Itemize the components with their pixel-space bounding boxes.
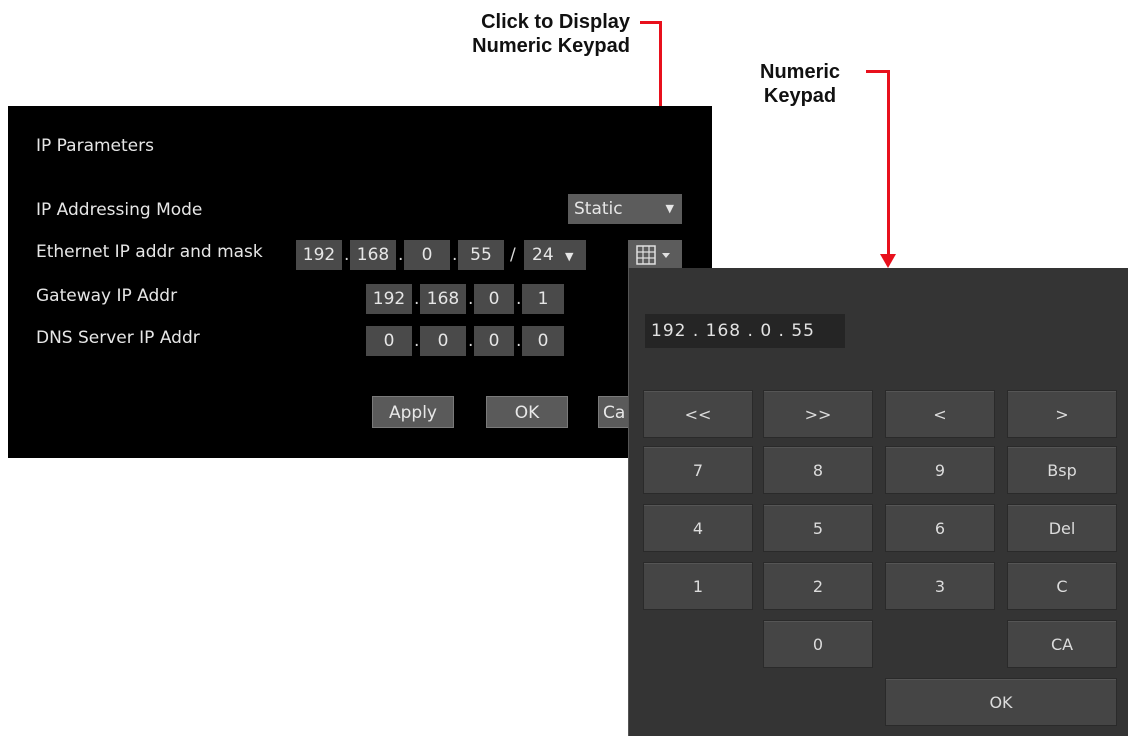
gateway-label: Gateway IP Addr bbox=[36, 286, 178, 306]
ok-button[interactable]: OK bbox=[486, 396, 568, 428]
octet-separator: . bbox=[452, 245, 458, 265]
octet-separator: . bbox=[414, 331, 420, 351]
dns-octet-4[interactable]: 0 bbox=[522, 326, 564, 356]
keypad-display[interactable]: 192 . 168 . 0 . 55 bbox=[645, 314, 845, 348]
chevron-down-icon: ▼ bbox=[565, 250, 574, 263]
gateway-octet-1[interactable]: 192 bbox=[366, 284, 412, 314]
key-clear-all[interactable]: CA bbox=[1007, 620, 1117, 668]
keypad-button[interactable] bbox=[628, 240, 682, 270]
octet-separator: . bbox=[344, 245, 350, 265]
mask-separator: / bbox=[510, 245, 516, 265]
numeric-keypad-panel: 192 . 168 . 0 . 55 << >> < > 7 8 9 Bsp 4… bbox=[628, 268, 1128, 736]
mask-value: 24 bbox=[532, 245, 554, 265]
callout-arrow-line bbox=[887, 70, 890, 256]
key-2[interactable]: 2 bbox=[763, 562, 873, 610]
keypad-ok-button[interactable]: OK bbox=[885, 678, 1117, 726]
gateway-octet-4[interactable]: 1 bbox=[522, 284, 564, 314]
callout-arrow-head bbox=[880, 254, 896, 268]
ethernet-octet-3[interactable]: 0 bbox=[404, 240, 450, 270]
ethernet-label: Ethernet IP addr and mask bbox=[36, 242, 263, 262]
key-0[interactable]: 0 bbox=[763, 620, 873, 668]
octet-separator: . bbox=[516, 331, 522, 351]
callout-line: Numeric Keypad bbox=[472, 35, 630, 57]
callout-numeric-keypad: Numeric Keypad bbox=[760, 60, 840, 108]
octet-separator: . bbox=[414, 289, 420, 309]
apply-button[interactable]: Apply bbox=[372, 396, 454, 428]
ethernet-octet-2[interactable]: 168 bbox=[350, 240, 396, 270]
key-clear[interactable]: C bbox=[1007, 562, 1117, 610]
key-8[interactable]: 8 bbox=[763, 446, 873, 494]
callout-line: Keypad bbox=[763, 85, 837, 107]
dns-label: DNS Server IP Addr bbox=[36, 328, 200, 348]
chevron-down-icon: ▼ bbox=[665, 202, 674, 215]
key-4[interactable]: 4 bbox=[643, 504, 753, 552]
key-9[interactable]: 9 bbox=[885, 446, 995, 494]
octet-separator: . bbox=[468, 331, 474, 351]
addressing-mode-label: IP Addressing Mode bbox=[36, 200, 203, 220]
gateway-octet-3[interactable]: 0 bbox=[474, 284, 514, 314]
key-3[interactable]: 3 bbox=[885, 562, 995, 610]
key-right[interactable]: > bbox=[1007, 390, 1117, 438]
dns-octet-2[interactable]: 0 bbox=[420, 326, 466, 356]
gateway-octet-2[interactable]: 168 bbox=[420, 284, 466, 314]
key-home[interactable]: << bbox=[643, 390, 753, 438]
panel-title: IP Parameters bbox=[36, 136, 154, 156]
keypad-grid-icon bbox=[636, 245, 670, 265]
key-delete[interactable]: Del bbox=[1007, 504, 1117, 552]
addressing-mode-value: Static bbox=[574, 199, 623, 219]
octet-separator: . bbox=[468, 289, 474, 309]
key-6[interactable]: 6 bbox=[885, 504, 995, 552]
octet-separator: . bbox=[516, 289, 522, 309]
key-5[interactable]: 5 bbox=[763, 504, 873, 552]
callout-line: Numeric bbox=[760, 61, 841, 83]
callout-click-to-display: Click to Display Numeric Keypad bbox=[472, 10, 630, 58]
ethernet-octet-1[interactable]: 192 bbox=[296, 240, 342, 270]
key-left[interactable]: < bbox=[885, 390, 995, 438]
octet-separator: . bbox=[398, 245, 404, 265]
key-backspace[interactable]: Bsp bbox=[1007, 446, 1117, 494]
cancel-label: Ca bbox=[603, 403, 626, 423]
key-end[interactable]: >> bbox=[763, 390, 873, 438]
ip-parameters-panel: IP Parameters IP Addressing Mode Static … bbox=[8, 106, 712, 458]
ethernet-octet-4[interactable]: 55 bbox=[458, 240, 504, 270]
dns-octet-3[interactable]: 0 bbox=[474, 326, 514, 356]
callout-line: Click to Display bbox=[481, 11, 630, 33]
dns-octet-1[interactable]: 0 bbox=[366, 326, 412, 356]
key-1[interactable]: 1 bbox=[643, 562, 753, 610]
key-7[interactable]: 7 bbox=[643, 446, 753, 494]
mask-dropdown[interactable]: 24 ▼ bbox=[524, 240, 586, 270]
addressing-mode-dropdown[interactable]: Static ▼ bbox=[568, 194, 682, 224]
